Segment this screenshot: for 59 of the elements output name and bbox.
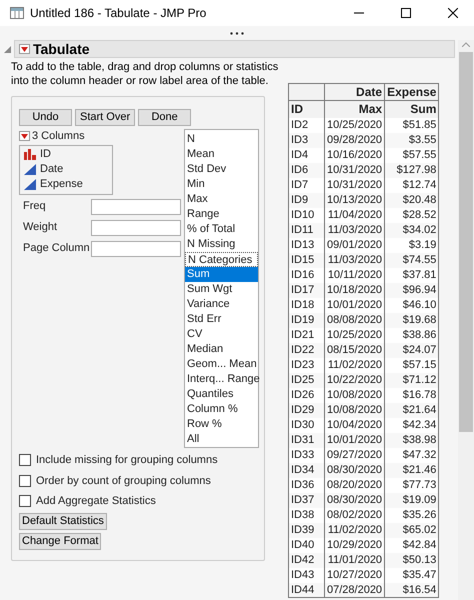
triangle-icon <box>24 164 36 174</box>
statistic-item[interactable]: Row % <box>185 417 258 432</box>
maximize-icon[interactable] <box>401 8 411 18</box>
role-label: Weight <box>23 220 58 236</box>
role-field[interactable] <box>91 240 181 256</box>
dropdown-icon[interactable] <box>19 44 30 54</box>
instructions-text: To add to the table, drag and drop columns or statistics into the column header or row label area of the table. <box>11 60 280 88</box>
action-button[interactable]: Change Format <box>19 532 102 550</box>
checkbox[interactable] <box>19 495 31 508</box>
statistic-item[interactable]: CV <box>185 327 258 342</box>
statistic-item[interactable]: Median <box>185 342 258 357</box>
disclosure-icon[interactable] <box>4 46 11 52</box>
statistic-item[interactable]: Interq... Range <box>185 372 258 387</box>
toolbar-button[interactable]: Undo <box>19 109 72 126</box>
table-cell: $16.54 <box>384 582 439 598</box>
statistic-item[interactable]: Max <box>185 192 258 207</box>
checkbox[interactable] <box>19 474 31 487</box>
role-label: Page Column <box>23 241 91 256</box>
statistic-item[interactable]: Mean <box>185 147 258 162</box>
role-label: Freq <box>23 199 47 214</box>
role-field[interactable] <box>91 220 181 236</box>
app-icon <box>10 7 24 19</box>
variable-name[interactable]: Expense <box>40 176 83 192</box>
checkbox-label: Include missing for grouping columns <box>36 453 218 468</box>
statistic-item[interactable]: Std Err <box>185 312 258 327</box>
action-button[interactable]: Default Statistics <box>19 512 107 530</box>
table-cell: ID44 <box>288 582 324 598</box>
toolbar-button[interactable]: Done <box>138 109 192 126</box>
role-field[interactable] <box>91 198 181 214</box>
table-cell: 07/28/2020 <box>324 582 385 598</box>
variable-name[interactable]: ID <box>40 146 51 162</box>
toolbar-button[interactable]: Start Over <box>75 109 136 126</box>
statistic-item[interactable]: N Missing <box>185 237 258 252</box>
window-title: Untitled 186 - Tabulate - JMP Pro <box>30 5 206 22</box>
columns-label: 3 Columns <box>32 129 85 144</box>
scrollbar-thumb[interactable] <box>459 52 473 432</box>
statistic-item[interactable]: Variance <box>185 297 258 312</box>
close-icon[interactable] <box>448 8 458 18</box>
checkbox-label: Add Aggregate Statistics <box>36 494 156 509</box>
statistic-item[interactable]: Geom... Mean <box>185 357 258 372</box>
checkbox[interactable] <box>19 454 31 466</box>
statistic-item[interactable]: All <box>185 432 258 447</box>
dropdown-icon[interactable] <box>19 131 30 142</box>
variable-name[interactable]: Date <box>40 160 64 178</box>
statistic-item[interactable]: % of Total <box>185 222 258 237</box>
scrollbar[interactable] <box>458 40 474 600</box>
checkbox-label: Order by count of grouping columns <box>36 474 211 488</box>
triangle-icon <box>24 178 36 190</box>
statistic-item[interactable]: Quantiles <box>185 387 258 402</box>
statistic-item[interactable]: Column % <box>185 402 258 417</box>
statistic-item[interactable]: N <box>185 132 258 147</box>
bar-chart-icon <box>24 148 36 160</box>
statistic-item[interactable]: Std Dev <box>185 162 258 177</box>
statistic-item[interactable]: Sum Wgt <box>185 282 258 297</box>
statistic-item[interactable]: Min <box>185 177 258 192</box>
panel-title: Tabulate <box>33 40 90 58</box>
more-icon[interactable] <box>230 32 244 34</box>
statistic-item[interactable]: Range <box>185 207 258 222</box>
statistic-item[interactable]: Sum <box>185 267 258 282</box>
